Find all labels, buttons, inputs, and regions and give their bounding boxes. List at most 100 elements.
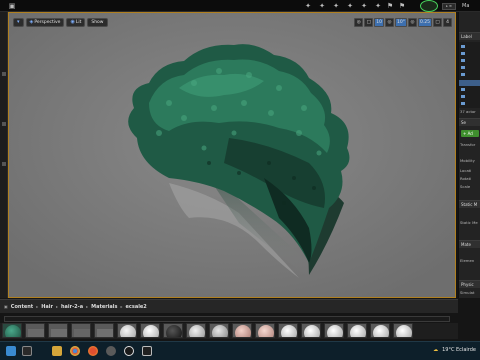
- camera-speed-value[interactable]: 4: [443, 18, 452, 27]
- unreal-icon[interactable]: [124, 346, 134, 356]
- asset-thumbnail[interactable]: [324, 323, 344, 338]
- play-status-icon[interactable]: [420, 0, 438, 12]
- details-row: Scale: [460, 184, 471, 189]
- scale-snap-value[interactable]: 0.25: [417, 18, 432, 27]
- physics-header[interactable]: Physic: [459, 280, 480, 288]
- material-preview: [327, 325, 343, 337]
- content-browser-assets: [0, 323, 458, 339]
- outliner-eye-icon[interactable]: [461, 95, 465, 98]
- details-row: Rotati: [460, 176, 472, 181]
- rotate-snap-value[interactable]: 10°: [394, 18, 407, 27]
- material-preview: [189, 325, 205, 337]
- level-viewport[interactable]: ▾ ◈ Perspective ◉ Lit Show ◎ □ 10 ◎ 10° ◎ …: [8, 12, 456, 298]
- path-segment[interactable]: ecsale2: [126, 304, 147, 310]
- asset-thumbnail[interactable]: [347, 323, 367, 338]
- material-preview: [143, 325, 159, 337]
- weather-icon[interactable]: ☁: [433, 347, 438, 353]
- build-icon[interactable]: ⚑: [398, 2, 406, 10]
- settings-icon[interactable]: [106, 346, 116, 356]
- tab-label[interactable]: Ma: [462, 3, 469, 9]
- asset-thumbnail[interactable]: [186, 323, 206, 338]
- outliner-eye-icon[interactable]: [461, 88, 465, 91]
- asset-thumbnail[interactable]: [25, 323, 45, 338]
- lit-icon: ◉: [70, 19, 75, 25]
- path-segment[interactable]: Materials: [91, 304, 117, 310]
- tool-icon[interactable]: ✦: [318, 2, 326, 10]
- save-icon[interactable]: ▣: [8, 2, 16, 10]
- outliner-eye-icon[interactable]: [461, 66, 465, 69]
- tool-icon[interactable]: ✦: [346, 2, 354, 10]
- show-button[interactable]: Show: [87, 18, 108, 27]
- asset-thumbnail[interactable]: [94, 323, 114, 338]
- material-preview: [28, 329, 44, 337]
- folder-icon[interactable]: ▣: [4, 304, 8, 309]
- lit-mode-button[interactable]: ◉ Lit: [66, 18, 86, 27]
- asset-thumbnail[interactable]: [2, 323, 22, 338]
- asset-thumbnail[interactable]: [71, 323, 91, 338]
- launch-button[interactable]: ▸ ≡: [442, 3, 456, 10]
- dock-tab[interactable]: [2, 162, 6, 166]
- tool-icon[interactable]: ✦: [332, 2, 340, 10]
- add-component-button[interactable]: + Ad: [461, 130, 479, 137]
- tool-icon[interactable]: ✦: [304, 2, 312, 10]
- camera-speed-tool[interactable]: □: [433, 18, 442, 27]
- translate-tool[interactable]: ◎: [354, 18, 364, 27]
- content-search-input[interactable]: [4, 316, 450, 322]
- left-side-strip: [0, 12, 8, 298]
- asset-thumbnail[interactable]: [278, 323, 298, 338]
- path-segment[interactable]: Hair: [41, 304, 53, 310]
- files-icon[interactable]: [52, 346, 62, 356]
- start-icon[interactable]: [6, 346, 16, 356]
- asset-thumbnail[interactable]: [232, 323, 252, 338]
- static-mesh-header[interactable]: Static M: [459, 200, 480, 208]
- material-preview: [97, 329, 113, 337]
- details-search-header[interactable]: Se: [459, 118, 480, 126]
- viewport-options-button[interactable]: ▾: [13, 18, 24, 27]
- epic-icon[interactable]: [142, 346, 152, 356]
- build-icon[interactable]: ⚑: [386, 2, 394, 10]
- chevron-right-icon: ▸: [86, 304, 89, 309]
- tool-icon[interactable]: ✦: [374, 2, 382, 10]
- dock-tab[interactable]: [2, 72, 6, 76]
- outliner-list: [459, 42, 480, 108]
- path-segment[interactable]: hair-2-a: [61, 304, 83, 310]
- view-mode-button[interactable]: ◈ Perspective: [25, 18, 65, 27]
- asset-thumbnail[interactable]: [163, 323, 183, 338]
- dock-tab[interactable]: [2, 122, 6, 126]
- asset-thumbnail[interactable]: [370, 323, 390, 338]
- surface-snap-tool[interactable]: □: [364, 18, 374, 27]
- grid-snap-value[interactable]: 10: [374, 18, 384, 27]
- weather-label[interactable]: 19°C Eclairde: [442, 347, 476, 353]
- scale-snap-tool[interactable]: ◎: [407, 18, 417, 27]
- outliner-label-header[interactable]: Label: [459, 32, 480, 40]
- material-preview: [120, 325, 136, 337]
- outliner-details-panel: Label 37 actor Se + Ad Transfor Mobility…: [458, 12, 480, 298]
- outliner-eye-icon[interactable]: [461, 59, 465, 62]
- asset-thumbnail[interactable]: [140, 323, 160, 338]
- chevron-right-icon: ▸: [120, 304, 123, 309]
- chrome-icon[interactable]: [70, 346, 80, 356]
- content-browser-path: ▣ Content ▸ Hair ▸ hair-2-a ▸ Materials …: [0, 299, 458, 313]
- asset-thumbnail[interactable]: [48, 323, 68, 338]
- material-preview: [281, 325, 297, 337]
- asset-thumbnail[interactable]: [393, 323, 413, 338]
- asset-thumbnail[interactable]: [301, 323, 321, 338]
- asset-thumbnail[interactable]: [209, 323, 229, 338]
- details-row: Mobility: [460, 158, 475, 163]
- material-header[interactable]: Mate: [459, 240, 480, 248]
- material-preview: [51, 329, 67, 337]
- outliner-eye-icon[interactable]: [461, 73, 465, 76]
- path-segment[interactable]: Content: [11, 304, 33, 310]
- outliner-eye-icon[interactable]: [461, 102, 465, 105]
- outliner-eye-icon[interactable]: [461, 45, 465, 48]
- rotate-snap-tool[interactable]: ◎: [384, 18, 394, 27]
- tool-icon[interactable]: ✦: [360, 2, 368, 10]
- asset-thumbnail[interactable]: [255, 323, 275, 338]
- outliner-selected-row[interactable]: [459, 80, 480, 86]
- editor-toolbar: ▣ ✦ ✦ ✦ ✦ ✦ ✦ ⚑ ⚑ ▸ ≡ Ma: [0, 0, 480, 12]
- chevron-right-icon: ▸: [55, 304, 58, 309]
- search-icon[interactable]: [22, 346, 32, 356]
- asset-thumbnail[interactable]: [117, 323, 137, 338]
- firefox-icon[interactable]: [88, 346, 98, 356]
- outliner-eye-icon[interactable]: [461, 52, 465, 55]
